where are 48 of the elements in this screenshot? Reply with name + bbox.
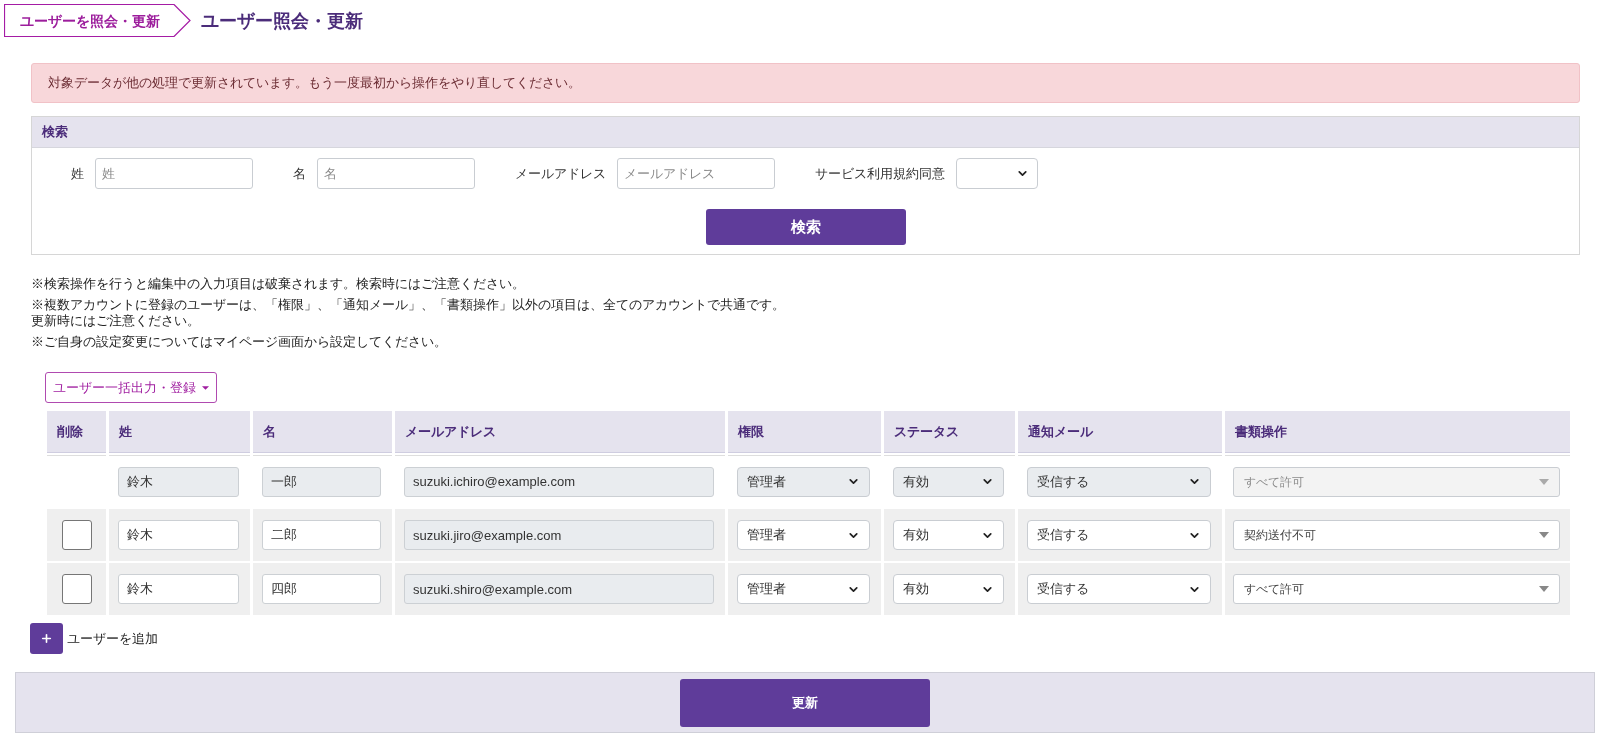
search-input[interactable]: メールアドレス <box>617 158 775 189</box>
first-name-field[interactable]: 四郎 <box>262 574 381 604</box>
field-label: メールアドレス <box>515 164 606 183</box>
field-label: サービス利用規約同意 <box>815 164 945 183</box>
panel-title: 検索 <box>42 123 68 142</box>
update-button[interactable]: 更新 <box>680 679 930 727</box>
last-name-field[interactable]: 鈴木 <box>118 520 239 550</box>
column-header: 削除 <box>47 411 106 453</box>
caret-down-icon <box>202 385 209 390</box>
email-field[interactable]: suzuki.shiro@example.com <box>404 574 714 604</box>
search-input[interactable]: 名 <box>317 158 475 189</box>
add-user-button[interactable] <box>30 623 63 654</box>
status-select[interactable]: 有効 <box>893 520 1004 550</box>
delete-checkbox[interactable] <box>61 520 92 550</box>
page-title: ユーザー照会・更新 <box>201 9 363 33</box>
last-name-field[interactable]: 鈴木 <box>118 574 239 604</box>
column-header: 名 <box>253 411 392 453</box>
plus-icon <box>40 632 53 645</box>
role-select[interactable]: 管理者 <box>737 520 870 550</box>
column-header: 権限 <box>728 411 881 453</box>
column-header: 姓 <box>109 411 250 453</box>
field-label: 姓 <box>71 164 84 183</box>
error-alert: 対象データが他の処理で更新されています。もう一度最初から操作をやり直してください。 <box>31 63 1580 103</box>
document-operation-select[interactable]: 契約送付不可 <box>1233 520 1560 550</box>
field-label: 名 <box>293 164 306 183</box>
column-header: 通知メール <box>1018 411 1222 453</box>
search-input[interactable]: 姓 <box>95 158 253 189</box>
caret-down-icon <box>1539 586 1549 592</box>
note-text: ※ご自身の設定変更についてはマイページ画面から設定してください。 <box>31 334 448 350</box>
role-select[interactable]: 管理者 <box>737 574 870 604</box>
first-name-field[interactable]: 二郎 <box>262 520 381 550</box>
email-field[interactable]: suzuki.jiro@example.com <box>404 520 714 550</box>
search-button[interactable]: 検索 <box>705 209 906 245</box>
notification-select[interactable]: 受信する <box>1027 574 1211 604</box>
column-header: メールアドレス <box>395 411 725 453</box>
column-header: 書類操作 <box>1225 411 1570 453</box>
add-user-label: ユーザーを追加 <box>67 629 158 648</box>
document-operation-select[interactable]: すべて許可 <box>1233 574 1560 604</box>
delete-checkbox[interactable] <box>61 574 92 604</box>
breadcrumb-link[interactable]: ユーザーを照会・更新 <box>4 4 191 37</box>
notification-select[interactable]: 受信する <box>1027 520 1211 550</box>
note-text: ※検索操作を行うと編集中の入力項目は破棄されます。検索時にはご注意ください。 <box>31 276 526 292</box>
bulk-menu-button[interactable]: ユーザー一括出力・登録 <box>45 372 217 403</box>
note-text: ※複数アカウントに登録のユーザーは、「権限」、「通知メール」、「書類操作」以外の項目は、全てのアカウントで共通です。更新時にはご注意ください。 <box>31 297 786 329</box>
column-header: ステータス <box>884 411 1015 453</box>
caret-down-icon <box>1539 532 1549 538</box>
status-select[interactable]: 有効 <box>893 574 1004 604</box>
caret-down-icon <box>1539 478 1549 485</box>
